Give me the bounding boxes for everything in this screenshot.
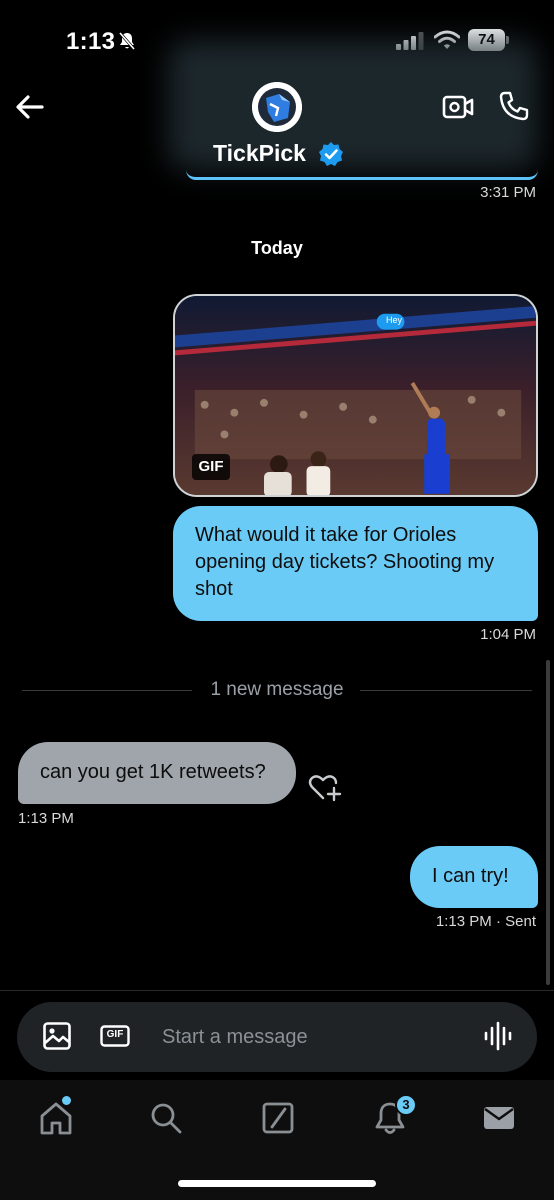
previous-message-time: 3:31 PM — [480, 184, 536, 201]
message-input[interactable] — [162, 1022, 442, 1052]
outgoing-message[interactable]: What would it take for Orioles opening d… — [173, 506, 538, 621]
day-separator: Today — [251, 238, 303, 258]
image-icon[interactable] — [42, 1021, 72, 1051]
home-unread-dot — [62, 1096, 71, 1105]
back-arrow-icon[interactable] — [14, 92, 46, 122]
gif-badge: GIF — [192, 454, 230, 480]
previous-message-bubble — [186, 170, 538, 180]
message-status: · Sent — [495, 913, 536, 930]
message-time: 1:13 PM — [18, 810, 74, 827]
new-message-label: 1 new message — [200, 679, 354, 700]
message-text: can you get 1K retweets? — [40, 761, 266, 783]
message-text: I can try! — [432, 865, 509, 887]
phone-icon[interactable] — [498, 90, 530, 122]
search-icon[interactable] — [148, 1100, 184, 1136]
notification-count-badge: 3 — [395, 1094, 417, 1116]
message-meta: 1:13 PM · Sent — [436, 913, 536, 930]
home-icon[interactable] — [38, 1100, 74, 1136]
home-indicator — [178, 1180, 376, 1187]
new-message-divider: 1 new message — [22, 676, 532, 704]
message-time: 1:04 PM — [480, 626, 536, 643]
avatar[interactable] — [252, 82, 302, 132]
verified-badge-icon — [319, 142, 343, 166]
outgoing-message[interactable]: I can try! — [410, 846, 538, 908]
grok-icon[interactable] — [260, 1100, 296, 1136]
video-call-icon[interactable] — [442, 92, 474, 122]
message-time: 1:13 PM — [435, 913, 492, 930]
gif-caption-bubble: Hey — [386, 315, 403, 325]
contact-name[interactable]: TickPick — [213, 140, 306, 167]
gif-button-label: GIF — [106, 1029, 124, 1040]
incoming-message[interactable]: can you get 1K retweets? — [18, 742, 296, 804]
scrollbar[interactable] — [546, 660, 550, 985]
add-reaction-heart-icon[interactable] — [308, 772, 342, 802]
conversation-header: TickPick — [0, 0, 554, 180]
tickpick-logo-icon — [252, 82, 302, 132]
gif-icon[interactable]: GIF — [100, 1025, 130, 1047]
voice-waveform-icon[interactable] — [484, 1020, 512, 1052]
message-text: What would it take for Orioles opening d… — [195, 524, 495, 600]
messages-icon[interactable] — [481, 1100, 517, 1136]
